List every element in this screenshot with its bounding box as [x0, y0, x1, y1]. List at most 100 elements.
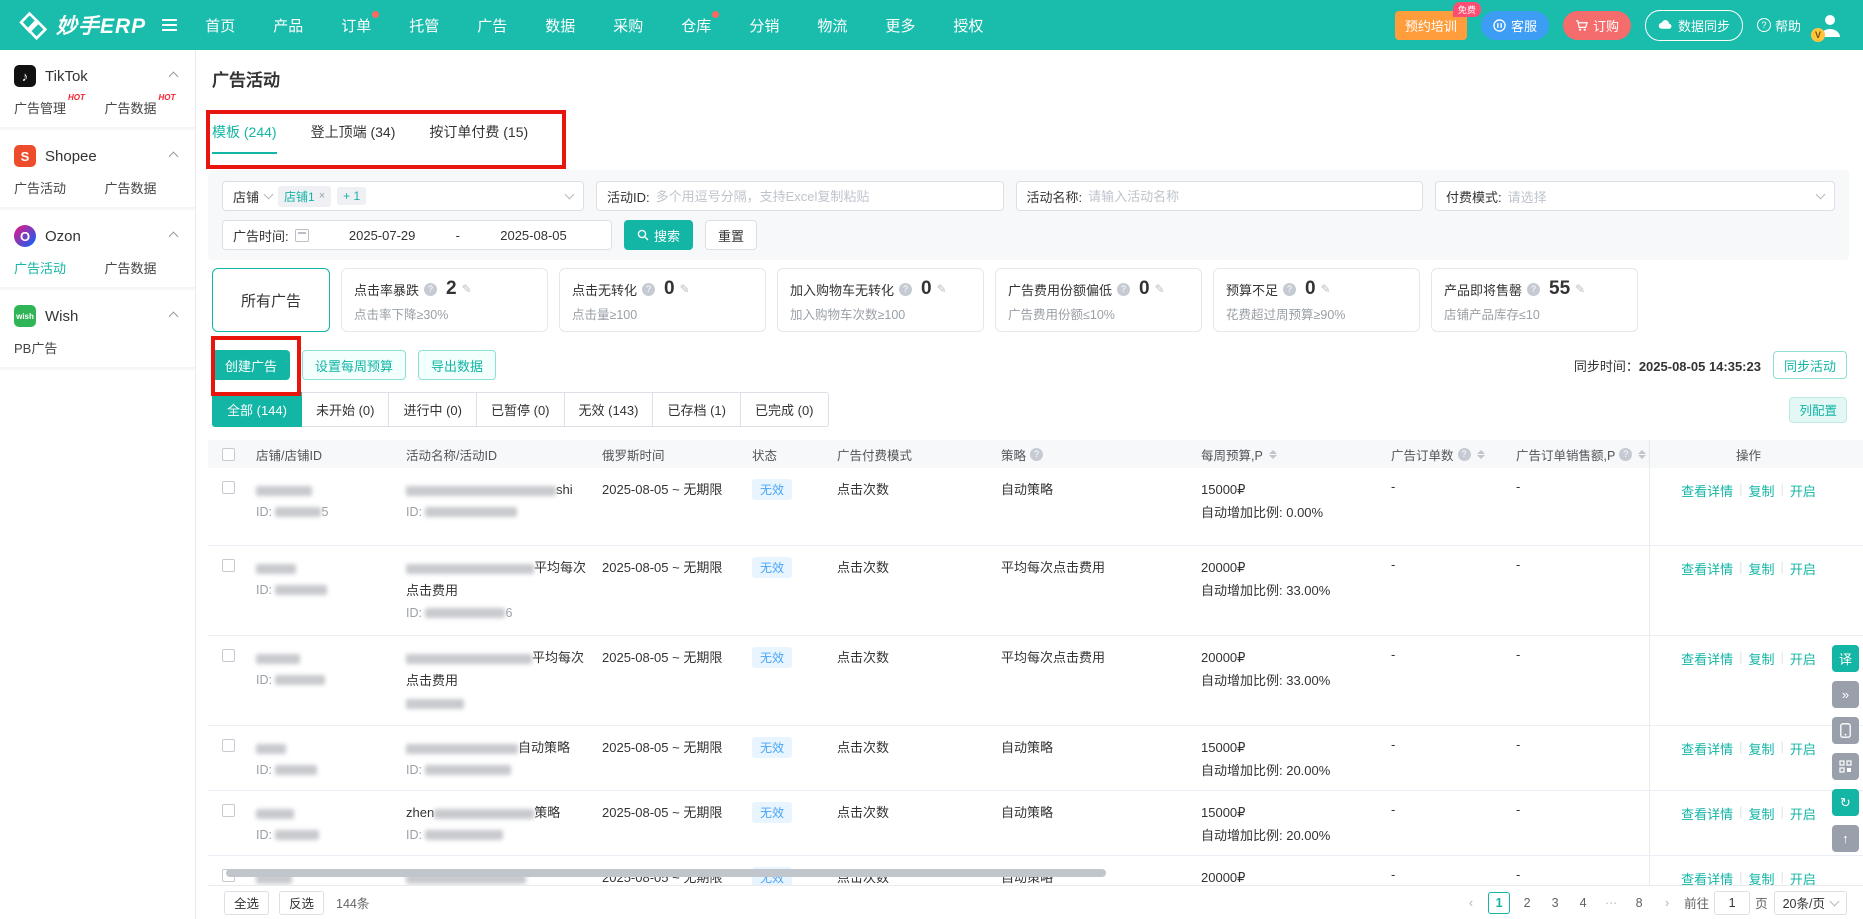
sort-icon[interactable] [1477, 450, 1485, 459]
nav-item-数据[interactable]: 数据 [545, 15, 575, 36]
stat-card-预算不足[interactable]: 预算不足?0✎花费超过周预算≥90% [1213, 268, 1420, 332]
menu-toggle-icon[interactable] [162, 19, 177, 31]
remove-tag-icon[interactable]: × [319, 190, 325, 202]
stat-card-点击率暴跌[interactable]: 点击率暴跌?2✎点击率下降≥30% [341, 268, 548, 332]
edit-icon[interactable]: ✎ [1575, 282, 1585, 296]
stat-card-加入购物车无转化[interactable]: 加入购物车无转化?0✎加入购物车次数≥100 [777, 268, 984, 332]
nav-item-授权[interactable]: 授权 [953, 15, 983, 36]
weekly-budget-button[interactable]: 设置每周预算 [302, 350, 406, 380]
shop-select[interactable]: 店铺 店铺1 × + 1 [222, 181, 584, 211]
page-size-select[interactable]: 20条/页 [1774, 891, 1847, 915]
status-tab-无效 (143)[interactable]: 无效 (143) [565, 392, 654, 427]
help-button[interactable]: ? 帮助 [1757, 16, 1801, 35]
mobile-app-button[interactable] [1832, 717, 1859, 744]
action-复制[interactable]: 复制 [1748, 649, 1774, 668]
sidebar-group-header-tiktok[interactable]: ♪TikTok [0, 56, 195, 96]
nav-item-分销[interactable]: 分销 [749, 15, 779, 36]
action-查看详情[interactable]: 查看详情 [1681, 869, 1733, 885]
pay-mode-select[interactable]: 付费模式: 请选择 [1435, 181, 1835, 211]
stat-card-点击无转化[interactable]: 点击无转化?0✎点击量≥100 [559, 268, 766, 332]
nav-item-广告[interactable]: 广告 [477, 15, 507, 36]
training-button[interactable]: 预约培训 免费 [1395, 11, 1467, 40]
action-复制[interactable]: 复制 [1748, 739, 1774, 758]
all-ads-card[interactable]: 所有广告 [212, 268, 330, 332]
sidebar-item-广告活动[interactable]: 广告活动 [14, 258, 105, 277]
action-开启[interactable]: 开启 [1790, 869, 1816, 885]
action-复制[interactable]: 复制 [1748, 481, 1774, 500]
sidebar-item-PB广告[interactable]: PB广告 [14, 338, 105, 357]
row-checkbox[interactable] [222, 739, 235, 752]
nav-item-更多[interactable]: 更多 [885, 15, 915, 36]
qrcode-button[interactable] [1832, 753, 1859, 780]
action-复制[interactable]: 复制 [1748, 559, 1774, 578]
translate-button[interactable]: 译 [1832, 645, 1859, 672]
purchase-button[interactable]: 订购 [1563, 11, 1631, 40]
sidebar-item-广告数据[interactable]: 广告数据 [105, 178, 196, 197]
action-查看详情[interactable]: 查看详情 [1681, 804, 1733, 823]
sidebar-item-广告活动[interactable]: 广告活动 [14, 178, 105, 197]
stat-card-产品即将售罄[interactable]: 产品即将售罄?55✎店铺产品库存≤10 [1431, 268, 1638, 332]
sort-icon[interactable] [1638, 450, 1646, 459]
action-开启[interactable]: 开启 [1790, 481, 1816, 500]
nav-item-首页[interactable]: 首页 [205, 15, 235, 36]
edit-icon[interactable]: ✎ [1321, 282, 1331, 296]
action-开启[interactable]: 开启 [1790, 559, 1816, 578]
sidebar-group-header-wish[interactable]: wishWish [0, 296, 195, 336]
tab-模板 (244)[interactable]: 模板 (244) [212, 122, 277, 154]
edit-icon[interactable]: ✎ [937, 282, 947, 296]
action-开启[interactable]: 开启 [1790, 804, 1816, 823]
reset-button[interactable]: 重置 [705, 220, 757, 250]
row-checkbox[interactable] [222, 649, 235, 662]
avatar[interactable]: V [1815, 10, 1845, 40]
action-查看详情[interactable]: 查看详情 [1681, 481, 1733, 500]
invert-selection-button[interactable]: 反选 [279, 891, 324, 915]
action-复制[interactable]: 复制 [1748, 804, 1774, 823]
shop-tag[interactable]: 店铺1 × [278, 186, 331, 207]
campaign-name-input[interactable] [1088, 189, 1412, 204]
search-button[interactable]: 搜索 [624, 220, 693, 250]
status-tab-已完成 (0)[interactable]: 已完成 (0) [741, 392, 829, 427]
status-tab-已存档 (1)[interactable]: 已存档 (1) [653, 392, 741, 427]
row-checkbox[interactable] [222, 481, 235, 494]
status-tab-全部 (144)[interactable]: 全部 (144) [212, 392, 302, 427]
column-config-button[interactable]: 列配置 [1789, 397, 1847, 423]
page-3[interactable]: 3 [1544, 892, 1566, 914]
action-查看详情[interactable]: 查看详情 [1681, 739, 1733, 758]
campaign-id-field[interactable]: 活动ID: [596, 181, 1004, 211]
edit-icon[interactable]: ✎ [1155, 282, 1165, 296]
edit-icon[interactable]: ✎ [680, 282, 690, 296]
status-tab-已暂停 (0)[interactable]: 已暂停 (0) [477, 392, 565, 427]
goto-page-input[interactable] [1714, 891, 1750, 915]
page-2[interactable]: 2 [1516, 892, 1538, 914]
sidebar-item-广告管理[interactable]: 广告管理HOT [14, 98, 105, 117]
nav-item-采购[interactable]: 采购 [613, 15, 643, 36]
nav-item-订单[interactable]: 订单 [341, 15, 371, 36]
edit-icon[interactable]: ✎ [462, 282, 472, 296]
action-开启[interactable]: 开启 [1790, 649, 1816, 668]
page-4[interactable]: 4 [1572, 892, 1594, 914]
status-tab-进行中 (0)[interactable]: 进行中 (0) [389, 392, 477, 427]
tab-按订单付费 (15)[interactable]: 按订单付费 (15) [429, 122, 528, 154]
horizontal-scrollbar[interactable] [226, 869, 1106, 877]
nav-item-仓库[interactable]: 仓库 [681, 15, 711, 36]
export-data-button[interactable]: 导出数据 [418, 350, 496, 380]
date-start[interactable]: 2025-07-29 [315, 228, 450, 243]
campaign-name-field[interactable]: 活动名称: [1016, 181, 1424, 211]
sync-campaign-button[interactable]: 同步活动 [1773, 351, 1847, 379]
shop-more-tag[interactable]: + 1 [337, 187, 366, 205]
sidebar-item-广告数据[interactable]: 广告数据HOT [105, 98, 196, 117]
refresh-button[interactable]: ↻ [1832, 789, 1859, 816]
nav-item-托管[interactable]: 托管 [409, 15, 439, 36]
create-ad-button[interactable]: 创建广告 [212, 350, 290, 380]
sort-icon[interactable] [1269, 450, 1277, 459]
data-sync-button[interactable]: 数据同步 [1645, 10, 1743, 41]
back-to-top-button[interactable]: ↑ [1832, 825, 1859, 852]
customer-service-button[interactable]: 客服 [1481, 11, 1549, 40]
action-查看详情[interactable]: 查看详情 [1681, 559, 1733, 578]
nav-item-产品[interactable]: 产品 [273, 15, 303, 36]
status-tab-未开始 (0)[interactable]: 未开始 (0) [302, 392, 390, 427]
sidebar-group-header-ozon[interactable]: OOzon [0, 216, 195, 256]
action-复制[interactable]: 复制 [1748, 869, 1774, 885]
action-开启[interactable]: 开启 [1790, 739, 1816, 758]
tab-登上顶端 (34)[interactable]: 登上顶端 (34) [311, 122, 396, 154]
